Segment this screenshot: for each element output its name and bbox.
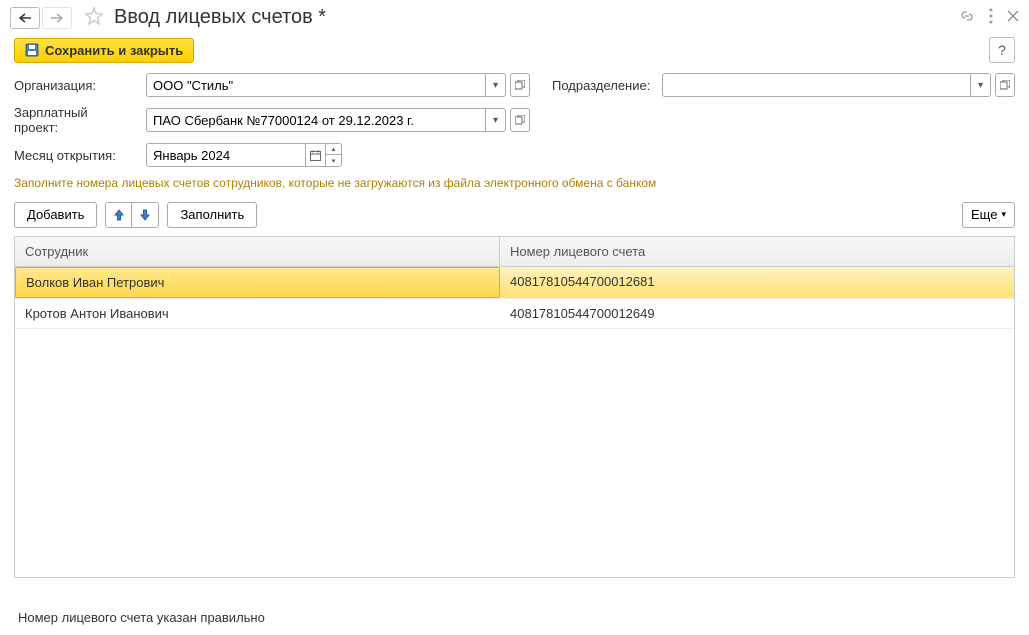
table-toolbar: Добавить Заполнить Еще ▾ xyxy=(14,202,1015,228)
nav-forward-button[interactable] xyxy=(42,7,72,29)
link-icon[interactable] xyxy=(959,8,975,27)
more-button-label: Еще xyxy=(971,207,997,222)
col-account[interactable]: Номер лицевого счета xyxy=(500,237,1014,266)
accounts-table: Сотрудник Номер лицевого счета Волков Ив… xyxy=(14,236,1015,578)
month-calendar-button[interactable] xyxy=(306,143,326,167)
month-up-button[interactable]: ▴ xyxy=(326,143,342,155)
cell-employee[interactable]: Кротов Антон Иванович xyxy=(15,299,500,328)
project-label: Зарплатный проект: xyxy=(14,105,134,135)
arrow-right-icon xyxy=(50,13,64,23)
table-header: Сотрудник Номер лицевого счета xyxy=(15,237,1014,267)
status-text: Номер лицевого счета указан правильно xyxy=(18,610,265,625)
month-input[interactable] xyxy=(146,143,306,167)
table-row[interactable]: Волков Иван Петрович40817810544700012681 xyxy=(15,267,1014,299)
hint-text: Заполните номера лицевых счетов сотрудни… xyxy=(14,175,1015,192)
save-and-close-button[interactable]: Сохранить и закрыть xyxy=(14,38,194,63)
save-button-label: Сохранить и закрыть xyxy=(45,43,183,58)
arrow-down-icon xyxy=(139,208,151,222)
month-label: Месяц открытия: xyxy=(14,148,134,163)
add-button[interactable]: Добавить xyxy=(14,202,97,228)
project-input[interactable] xyxy=(146,108,486,132)
nav-back-button[interactable] xyxy=(10,7,40,29)
chevron-down-icon: ▾ xyxy=(1001,209,1006,220)
cell-account[interactable]: 40817810544700012681 xyxy=(500,267,1014,298)
arrow-up-icon xyxy=(113,208,125,222)
form-area: Организация: ▾ Подразделение: ▾ Зарплатн… xyxy=(0,73,1029,578)
open-icon xyxy=(515,115,525,125)
dept-label: Подразделение: xyxy=(552,78,650,93)
save-icon xyxy=(25,43,39,57)
move-arrows-group xyxy=(105,202,159,228)
org-open-button[interactable] xyxy=(510,73,530,97)
move-up-button[interactable] xyxy=(106,203,132,227)
close-icon[interactable] xyxy=(1007,10,1019,25)
open-icon xyxy=(1000,80,1010,90)
col-employee[interactable]: Сотрудник xyxy=(15,237,500,266)
menu-dots-icon[interactable] xyxy=(989,8,993,27)
cell-account[interactable]: 40817810544700012649 xyxy=(500,299,1014,328)
window-title: Ввод лицевых счетов * xyxy=(114,6,326,29)
dept-open-button[interactable] xyxy=(995,73,1015,97)
calendar-icon xyxy=(310,150,321,161)
fill-button[interactable]: Заполнить xyxy=(167,202,257,228)
org-input[interactable] xyxy=(146,73,486,97)
month-down-button[interactable]: ▾ xyxy=(326,155,342,167)
status-bar: Номер лицевого счета указан правильно xyxy=(0,600,1029,635)
project-dropdown-button[interactable]: ▾ xyxy=(486,108,506,132)
move-down-button[interactable] xyxy=(132,203,158,227)
dept-dropdown-button[interactable]: ▾ xyxy=(971,73,991,97)
main-toolbar: Сохранить и закрыть ? xyxy=(0,33,1029,73)
project-open-button[interactable] xyxy=(510,108,530,132)
table-body: Волков Иван Петрович40817810544700012681… xyxy=(15,267,1014,577)
help-button[interactable]: ? xyxy=(989,37,1015,63)
header-bar: Ввод лицевых счетов * xyxy=(0,0,1029,33)
star-icon[interactable] xyxy=(84,6,104,29)
org-label: Организация: xyxy=(14,78,134,93)
more-button[interactable]: Еще ▾ xyxy=(962,202,1015,228)
table-row[interactable]: Кротов Антон Иванович4081781054470001264… xyxy=(15,299,1014,329)
org-dropdown-button[interactable]: ▾ xyxy=(486,73,506,97)
open-icon xyxy=(515,80,525,90)
arrow-left-icon xyxy=(18,13,32,23)
dept-input[interactable] xyxy=(662,73,971,97)
cell-employee[interactable]: Волков Иван Петрович xyxy=(15,267,500,298)
